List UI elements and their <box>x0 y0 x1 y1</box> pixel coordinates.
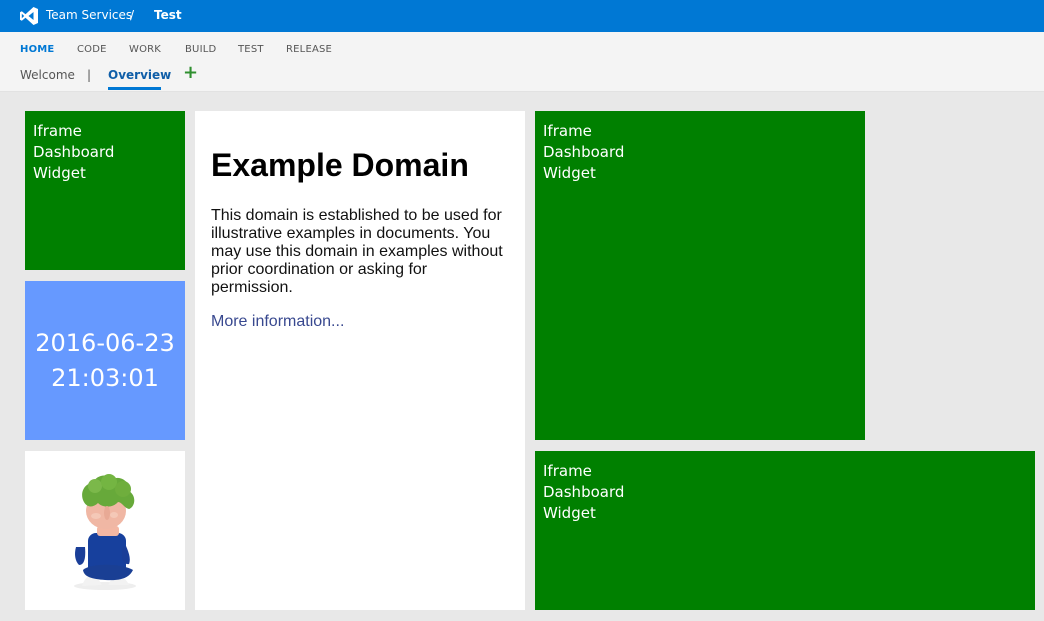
product-name[interactable]: Team Services <box>46 8 132 22</box>
example-domain-widget[interactable]: Example Domain This domain is establishe… <box>195 111 525 610</box>
iframe-dashboard-widget-large[interactable]: Iframe Dashboard Widget <box>535 111 865 440</box>
image-widget[interactable] <box>25 451 185 610</box>
iframe-dashboard-widget[interactable]: Iframe Dashboard Widget <box>25 111 185 270</box>
hub-code[interactable]: CODE <box>77 44 107 55</box>
dashboard-tab-welcome[interactable]: Welcome <box>20 68 75 82</box>
more-information-link[interactable]: More information... <box>211 313 344 331</box>
widget-title: Iframe Dashboard Widget <box>543 122 625 182</box>
hub-release[interactable]: RELEASE <box>286 44 332 55</box>
visual-studio-logo-icon[interactable] <box>19 6 39 26</box>
active-tab-indicator <box>108 87 161 90</box>
plush-doll-image <box>74 474 136 590</box>
breadcrumb-separator: / <box>130 8 135 22</box>
clock-date: 2016-06-23 <box>35 328 175 357</box>
hub-work[interactable]: WORK <box>129 44 161 55</box>
project-name[interactable]: Test <box>154 8 182 22</box>
iframe-dashboard-widget-wide[interactable]: Iframe Dashboard Widget <box>535 451 1035 610</box>
hub-home[interactable]: HOME <box>20 44 54 55</box>
clock-widget[interactable]: 2016-06-23 21:03:01 <box>25 281 185 440</box>
hub-test[interactable]: TEST <box>238 44 264 55</box>
plus-icon[interactable]: + <box>183 62 198 83</box>
tab-divider: | <box>87 68 92 82</box>
widget-title: Iframe Dashboard Widget <box>543 462 625 522</box>
hub-build[interactable]: BUILD <box>185 44 216 55</box>
top-bar: Team Services / Test <box>0 0 1044 32</box>
example-domain-description: This domain is established to be used fo… <box>211 207 503 296</box>
example-domain-heading: Example Domain <box>211 147 469 183</box>
dashboard-tab-overview[interactable]: Overview <box>108 68 171 82</box>
widget-title: Iframe Dashboard Widget <box>33 122 115 182</box>
navigation-area: HOME CODE WORK BUILD TEST RELEASE Welcom… <box>0 32 1044 92</box>
clock-time: 21:03:01 <box>51 363 159 392</box>
